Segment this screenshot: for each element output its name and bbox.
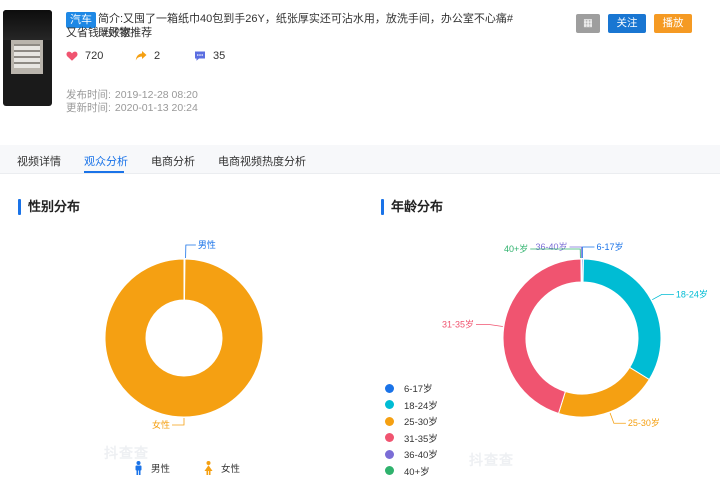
age-legend: 6-17岁 18-24岁 25-30岁 31-35岁 36-40岁 40+岁 [385,380,438,479]
chart-slice [557,366,650,418]
charts-layer: 男性女性 6-17岁 18-24岁 25-30岁 31-35岁 36-40岁 40+岁 [104,239,708,430]
legend-item-age-36-40[interactable]: 36-40岁 [385,446,438,463]
chart-leader-line [582,246,595,259]
legend-dot [385,449,394,459]
legend-label: 36-40岁 [404,450,438,462]
chart-slice [104,258,264,418]
legend-item-age-18-24[interactable]: 18-24岁 [385,397,438,414]
chart-data-label: 25-30岁 [628,417,660,428]
legend-label: 女性 [221,464,241,476]
legend-dot [385,466,394,476]
chart-leader-line [652,294,674,301]
legend-dot [385,400,394,410]
legend-item-age-25-30[interactable]: 25-30岁 [385,413,438,430]
chart-leader-line [172,418,185,426]
legend-item-age-31-35[interactable]: 31-35岁 [385,430,438,447]
legend-label: 18-24岁 [404,400,438,412]
chart-data-label: 36-40岁 [536,241,568,252]
chart-data-label: 40+岁 [504,243,528,254]
legend-item-age-40-plus[interactable]: 40+岁 [385,463,438,480]
legend-dot [385,433,394,443]
chart-data-label: 男性 [198,239,216,250]
chart-data-label: 女性 [152,419,170,430]
chart-slice [582,258,662,381]
legend-label: 男性 [151,464,171,476]
legend-dot [385,383,394,393]
chart-leader-line [609,412,626,424]
female-icon [204,461,213,476]
chart-leader-line [185,244,196,259]
legend-item-female[interactable]: 女性 [204,460,240,477]
legend-item-age-6-17[interactable]: 6-17岁 [385,380,438,397]
chart-leader-line [475,324,503,327]
gender-legend: 男性 女性 [134,460,240,477]
legend-item-male[interactable]: 男性 [134,460,170,477]
chart-data-label: 31-35岁 [442,319,474,330]
male-icon [135,461,142,476]
legend-label: 31-35岁 [404,433,438,445]
chart-slice [502,258,582,415]
chart-data-label: 6-17岁 [596,241,623,252]
chart-data-label: 18-24岁 [676,288,708,299]
legend-dot [385,416,394,426]
legend-label: 6-17岁 [404,384,433,396]
legend-label: 25-30岁 [404,417,438,429]
legend-label: 40+岁 [404,466,430,478]
